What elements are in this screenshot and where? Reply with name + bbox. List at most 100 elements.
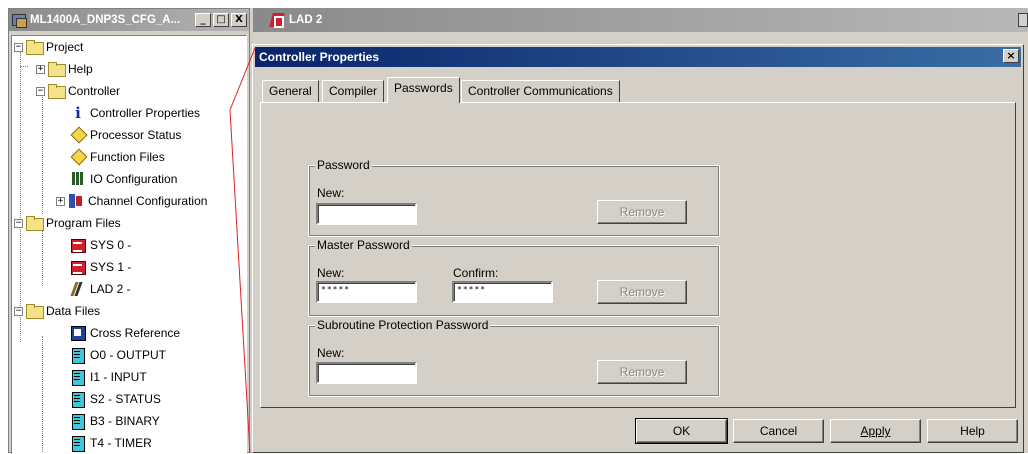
channel-configuration-icon [68, 193, 84, 209]
folder-icon [26, 215, 44, 231]
password-new-label: New: [317, 186, 345, 200]
tree-item-io-configuration[interactable]: IO Configuration [70, 169, 177, 189]
tree-item-label: Controller [68, 84, 121, 98]
subroutine-new-input[interactable] [316, 362, 417, 384]
tree-item-controller[interactable]: − Controller [36, 81, 120, 101]
project-window: ML1400A_DNP3S_CFG_A... _ □ X − Project +… [8, 8, 250, 454]
collapse-icon[interactable]: − [36, 86, 45, 96]
info-icon: i [75, 104, 81, 122]
tree-item-help[interactable]: + Help [36, 59, 93, 79]
subroutine-password-group-label: Subroutine Protection Password [315, 318, 491, 332]
project-window-titlebar[interactable]: ML1400A_DNP3S_CFG_A... _ □ X [9, 9, 249, 31]
collapse-icon[interactable]: − [14, 42, 23, 52]
tree-item-processor-status[interactable]: Processor Status [70, 125, 181, 145]
data-file-icon [70, 435, 86, 452]
tree-item-channel-configuration[interactable]: + Channel Configuration [56, 191, 207, 211]
controller-properties-dialog: Controller Properties × General Compiler… [252, 44, 1024, 453]
tree-item-label: SYS 0 - [90, 238, 132, 252]
diamond-icon [70, 127, 86, 143]
tree-item-label: T4 - TIMER [90, 436, 152, 450]
data-file-icon [70, 369, 86, 386]
folder-icon [26, 303, 44, 319]
master-remove-button[interactable]: Remove [597, 280, 687, 304]
expand-icon[interactable]: + [56, 196, 65, 206]
data-file-icon [70, 413, 86, 430]
tree-item-function-files[interactable]: Function Files [70, 147, 165, 167]
tree-item-o0-output[interactable]: O0 - OUTPUT [70, 345, 166, 365]
sys-program-icon [70, 259, 86, 275]
tree-item-label: S2 - STATUS [90, 392, 161, 406]
tab-general[interactable]: General [262, 80, 319, 102]
tree-item-label: Channel Configuration [88, 194, 208, 208]
collapse-icon[interactable]: − [14, 306, 23, 316]
tree-item-lad2[interactable]: LAD 2 - [70, 279, 131, 299]
data-file-icon [70, 347, 86, 364]
tree-item-label: Help [68, 62, 93, 76]
tree-item-data-files[interactable]: − Data Files [14, 301, 100, 321]
sys-program-icon [70, 237, 86, 253]
tree-item-label: Cross Reference [90, 326, 181, 340]
tree-item-sys1[interactable]: SYS 1 - [70, 257, 131, 277]
ok-button[interactable]: OK [635, 418, 728, 444]
tree-item-project[interactable]: − Project [14, 37, 83, 57]
tree-item-label: Data Files [46, 304, 101, 318]
lad2-window-button[interactable] [1018, 13, 1028, 27]
master-new-label: New: [317, 266, 345, 280]
tree-item-controller-properties[interactable]: i Controller Properties [70, 103, 200, 123]
tree-item-label: O0 - OUTPUT [90, 348, 167, 362]
apply-button[interactable]: Apply [830, 419, 921, 443]
tab-compiler[interactable]: Compiler [322, 80, 385, 102]
dialog-titlebar[interactable]: Controller Properties × [255, 47, 1021, 67]
maximize-button[interactable]: □ [213, 13, 229, 27]
tree-item-label: I1 - INPUT [90, 370, 147, 384]
tree-item-i1-input[interactable]: I1 - INPUT [70, 367, 147, 387]
close-button[interactable]: X [231, 13, 247, 27]
folder-icon [48, 61, 66, 77]
diamond-icon [70, 149, 86, 165]
tree-item-s2-status[interactable]: S2 - STATUS [70, 389, 161, 409]
password-new-input[interactable] [316, 203, 417, 225]
cancel-button[interactable]: Cancel [733, 419, 824, 443]
master-confirm-label: Confirm: [453, 266, 499, 280]
lad2-window-title: LAD 2 [289, 14, 323, 26]
password-group: Password New: Remove [308, 158, 720, 237]
lad2-window-titlebar[interactable]: LAD 2 [250, 8, 1028, 32]
tree-item-label: Program Files [46, 216, 121, 230]
ladder-icon [70, 281, 86, 297]
collapse-icon[interactable]: − [14, 218, 23, 228]
tree-item-label: Controller Properties [90, 106, 201, 120]
tree-item-label: Processor Status [90, 128, 182, 142]
io-configuration-icon [70, 171, 86, 187]
tree-item-label: SYS 1 - [90, 260, 132, 274]
data-file-icon [70, 391, 86, 408]
folder-icon [48, 83, 66, 99]
tree-item-label: LAD 2 - [90, 282, 131, 296]
dialog-close-button[interactable]: × [1003, 49, 1019, 63]
tab-controller-communications[interactable]: Controller Communications [461, 80, 620, 102]
cross-reference-icon [70, 325, 86, 341]
project-window-title: ML1400A_DNP3S_CFG_A... [30, 14, 181, 26]
tab-passwords[interactable]: Passwords [387, 77, 460, 103]
tree-item-b3-binary[interactable]: B3 - BINARY [70, 411, 160, 431]
minimize-button[interactable]: _ [195, 13, 211, 27]
password-group-label: Password [315, 158, 372, 172]
tree-item-program-files[interactable]: − Program Files [14, 213, 121, 233]
rslogix-app-icon [11, 12, 27, 28]
master-new-input[interactable]: ***** [316, 281, 417, 303]
dialog-title: Controller Properties [259, 50, 380, 64]
help-button[interactable]: Help [927, 419, 1018, 443]
tree-item-label: B3 - BINARY [90, 414, 160, 428]
password-remove-button[interactable]: Remove [597, 200, 687, 224]
tree-item-label: Project [46, 40, 84, 54]
folder-icon [26, 39, 44, 55]
tree-item-label: IO Configuration [90, 172, 178, 186]
tree-item-label: Function Files [90, 150, 165, 164]
expand-icon[interactable]: + [36, 64, 45, 74]
tree-item-cross-reference[interactable]: Cross Reference [70, 323, 180, 343]
tree-item-sys0[interactable]: SYS 0 - [70, 235, 131, 255]
master-password-group-label: Master Password [315, 238, 412, 252]
project-tree: − Project + Help − Controller i Controll… [11, 35, 247, 454]
subroutine-remove-button[interactable]: Remove [597, 360, 687, 384]
tree-item-t4-timer[interactable]: T4 - TIMER [70, 433, 152, 453]
master-confirm-input[interactable]: ***** [452, 281, 553, 303]
